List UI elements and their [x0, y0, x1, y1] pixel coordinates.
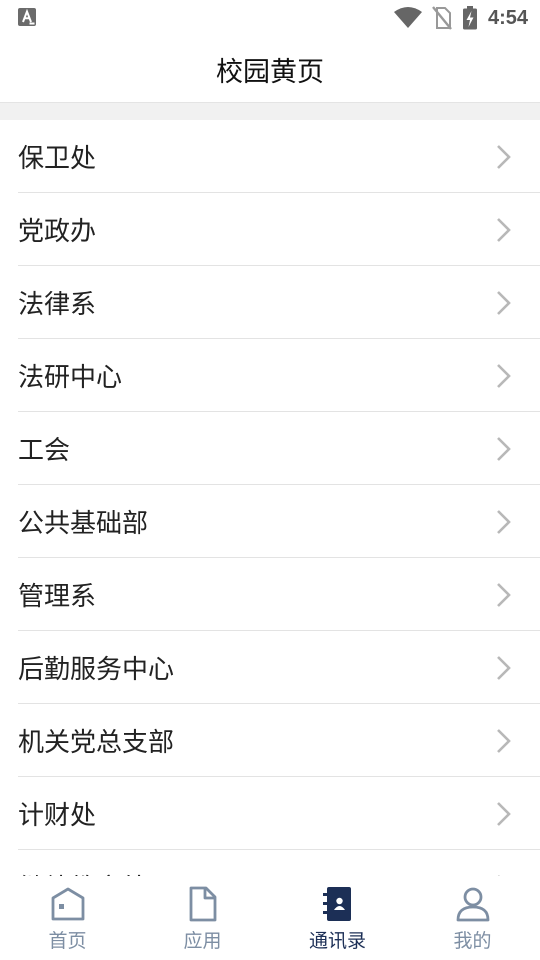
list-item-label: 党政办	[18, 216, 97, 247]
status-bar: 4:54	[0, 0, 540, 36]
list-item-label: 公共基础部	[18, 508, 149, 539]
list-item[interactable]: 计财处	[18, 777, 540, 850]
section-separator	[0, 102, 540, 121]
chevron-right-icon	[497, 802, 511, 826]
battery-charging-icon	[462, 6, 478, 30]
list-item[interactable]: 公共基础部	[18, 485, 540, 558]
tab-home-label: 首页	[48, 930, 87, 952]
list-item[interactable]: 后勤服务中心	[18, 631, 540, 704]
status-time: 4:54	[487, 6, 528, 29]
list-item[interactable]: 法研中心	[18, 339, 540, 412]
tab-apps[interactable]: 应用	[135, 876, 270, 960]
list-item[interactable]: 工会	[18, 412, 540, 485]
home-icon	[51, 887, 84, 921]
list-item[interactable]: 机关党总支部	[18, 704, 540, 777]
list-item[interactable]: 保卫处	[18, 120, 540, 193]
list-item-label: 保卫处	[18, 143, 97, 174]
list-item-label: 机关党总支部	[18, 727, 175, 758]
chevron-right-icon	[497, 583, 511, 607]
chevron-right-icon	[497, 145, 511, 169]
chevron-right-icon	[497, 291, 511, 315]
department-list[interactable]: 保卫处 党政办 法律系 法研中心 工会 公共基础部 管理系 后勤服务中心 机关党…	[0, 120, 540, 876]
list-item-label: 后勤服务中心	[18, 654, 175, 685]
chevron-right-icon	[497, 364, 511, 388]
document-icon	[189, 886, 216, 922]
font-a-notification-icon	[18, 8, 36, 26]
app-bar: 校园黄页	[0, 36, 540, 102]
tab-contacts-label: 通讯录	[308, 930, 366, 952]
contacts-book-icon	[322, 887, 351, 921]
list-item[interactable]: 管理系	[18, 558, 540, 631]
list-item[interactable]: 法律系	[18, 266, 540, 339]
page-title: 校园黄页	[216, 56, 324, 88]
list-item-label: 管理系	[18, 581, 97, 612]
list-item[interactable]: 继续教育处	[18, 850, 540, 876]
status-icons: 4:54	[384, 4, 528, 32]
tab-home[interactable]: 首页	[0, 876, 135, 960]
wifi-icon	[393, 7, 422, 29]
tab-contacts[interactable]: 通讯录	[270, 876, 405, 960]
list-item-label: 计财处	[18, 800, 97, 831]
chevron-right-icon	[497, 510, 511, 534]
list-item-label: 工会	[18, 435, 71, 466]
list-item-label: 法研中心	[18, 362, 123, 393]
chevron-right-icon	[497, 437, 511, 461]
list-item[interactable]: 党政办	[18, 193, 540, 266]
user-icon	[456, 887, 489, 922]
tab-profile[interactable]: 我的	[405, 876, 540, 960]
tab-apps-label: 应用	[183, 930, 222, 952]
chevron-right-icon	[497, 218, 511, 242]
no-sim-icon	[432, 6, 452, 30]
tab-profile-label: 我的	[453, 930, 492, 952]
chevron-right-icon	[497, 729, 511, 753]
bottom-tab-bar: 首页 应用 通讯录 我的	[0, 876, 540, 960]
chevron-right-icon	[497, 656, 511, 680]
list-item-label: 继续教育处	[18, 868, 148, 877]
list-item-label: 法律系	[18, 289, 97, 320]
